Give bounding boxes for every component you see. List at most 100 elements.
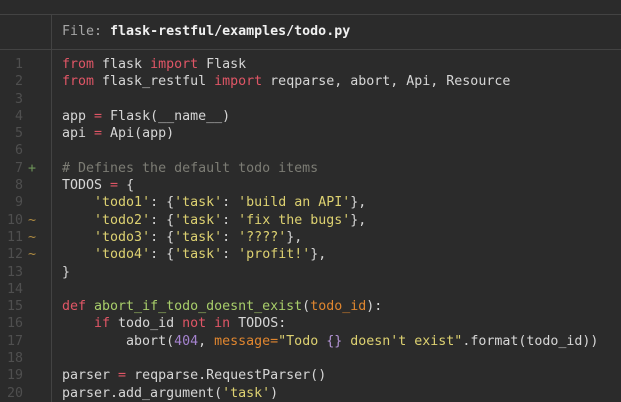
- change-marker: [28, 108, 38, 125]
- code-line: 16 if todo_id not in TODOS:: [0, 315, 621, 332]
- code-token: 'fix the bugs': [238, 213, 350, 228]
- code-area: 1 from flask import Flask 2 from flask_rest…: [0, 50, 621, 402]
- change-marker: [28, 194, 38, 211]
- top-spacer: [0, 0, 621, 14]
- code-token: },: [350, 213, 366, 228]
- code-line: 20parser.add_argument('task'): [0, 385, 621, 402]
- code-token: [62, 213, 94, 228]
- code-token: 'todo2': [94, 213, 150, 228]
- line-number: 2: [0, 73, 23, 90]
- code-token: flask: [94, 57, 150, 72]
- code-line: 12 ~ 'todo4': {'task': 'profit!'},: [0, 246, 621, 263]
- code-token: TODOS:: [230, 316, 286, 331]
- code-token: reqparse.RequestParser(): [126, 368, 326, 383]
- file-label: File:: [62, 24, 110, 39]
- code-token: 'build an API': [238, 195, 350, 210]
- code-token: abort(: [62, 334, 174, 349]
- change-marker: ~: [28, 229, 38, 246]
- code-token: 'task': [174, 213, 222, 228]
- code-token: : {: [150, 230, 174, 245]
- code-token: :: [222, 230, 238, 245]
- code-line: 8TODOS = {: [0, 177, 621, 194]
- code-text: 'todo3': {'task': '????'},: [62, 229, 302, 246]
- code-token: in: [214, 316, 230, 331]
- code-text: }: [62, 264, 70, 281]
- code-line: 11 ~ 'todo3': {'task': '????'},: [0, 229, 621, 246]
- line-number: 3: [0, 91, 23, 108]
- code-token: },: [310, 247, 326, 262]
- code-token: abort_if_todo_doesnt_exist: [94, 299, 302, 314]
- line-number: 10: [0, 212, 23, 229]
- change-marker: [28, 142, 38, 159]
- code-line: 15def abort_if_todo_doesnt_exist(todo_id…: [0, 298, 621, 315]
- code-token: =: [110, 178, 118, 193]
- code-token: =: [94, 109, 102, 124]
- code-token: : {: [150, 247, 174, 262]
- code-token: reqparse, abort, Api, Resource: [262, 74, 510, 89]
- line-number: 14: [0, 281, 23, 298]
- code-token: [62, 316, 94, 331]
- code-token: # Defines the default todo items: [62, 161, 318, 176]
- change-marker: [28, 91, 38, 108]
- code-token: Flask: [198, 57, 246, 72]
- code-token: [62, 247, 94, 262]
- gutter-separator-line: [51, 50, 52, 402]
- file-path: flask-restful/examples/todo.py: [110, 24, 350, 39]
- code-token: (: [302, 299, 310, 314]
- change-marker: [28, 125, 38, 142]
- code-token: parser: [62, 368, 118, 383]
- code-token: from: [62, 57, 94, 72]
- file-header: File: flask-restful/examples/todo.py: [0, 15, 621, 49]
- code-token: :: [222, 213, 238, 228]
- code-token: ,: [198, 334, 214, 349]
- line-number: 4: [0, 108, 23, 125]
- code-text: api = Api(app): [62, 125, 174, 142]
- code-token: 'task': [174, 247, 222, 262]
- code-text: from flask_restful import reqparse, abor…: [62, 73, 510, 90]
- code-token: 'task': [174, 195, 222, 210]
- line-number: 7: [0, 160, 23, 177]
- change-marker: [28, 350, 38, 367]
- code-line: 10~ 'todo2': {'task': 'fix the bugs'},: [0, 212, 621, 229]
- code-token: :: [222, 247, 238, 262]
- line-number: 11: [0, 229, 23, 246]
- change-marker: [28, 333, 38, 350]
- code-line: 18: [0, 350, 621, 367]
- line-number: 1: [0, 56, 23, 73]
- code-token: '????': [238, 230, 286, 245]
- code-token: ): [270, 386, 278, 401]
- change-marker: [28, 315, 38, 332]
- change-marker: ~: [28, 246, 38, 263]
- code-token: 'task': [174, 230, 222, 245]
- code-token: 'todo3': [94, 230, 150, 245]
- code-token: 'todo4': [94, 247, 150, 262]
- code-token: =: [118, 368, 126, 383]
- code-token: [206, 316, 214, 331]
- code-token: 404: [174, 334, 198, 349]
- line-number: 12: [0, 246, 23, 263]
- line-number: 6: [0, 142, 23, 159]
- change-marker: [28, 177, 38, 194]
- change-marker: [28, 56, 38, 73]
- code-text: from flask import Flask: [62, 56, 246, 73]
- change-marker: [28, 264, 38, 281]
- code-token: [62, 195, 94, 210]
- change-marker: [28, 367, 38, 384]
- code-line: 17 abort(404, message="Todo {} doesn't e…: [0, 333, 621, 350]
- code-token: Api(app): [102, 126, 174, 141]
- line-number: 20: [0, 385, 23, 402]
- code-token: [62, 230, 94, 245]
- line-number: 17: [0, 333, 23, 350]
- code-line: 6: [0, 142, 621, 159]
- code-token: todo_id: [110, 316, 182, 331]
- code-text: 'todo1': {'task': 'build an API'},: [62, 194, 366, 211]
- code-line: 13}: [0, 264, 621, 281]
- code-token: 'profit!': [238, 247, 310, 262]
- change-marker: [28, 385, 38, 402]
- code-token: =: [94, 126, 102, 141]
- line-number: 15: [0, 298, 23, 315]
- code-token: def: [62, 299, 94, 314]
- code-line: 3: [0, 91, 621, 108]
- code-token: : {: [150, 195, 174, 210]
- code-line: 2 from flask_restful import reqparse, abo…: [0, 73, 621, 90]
